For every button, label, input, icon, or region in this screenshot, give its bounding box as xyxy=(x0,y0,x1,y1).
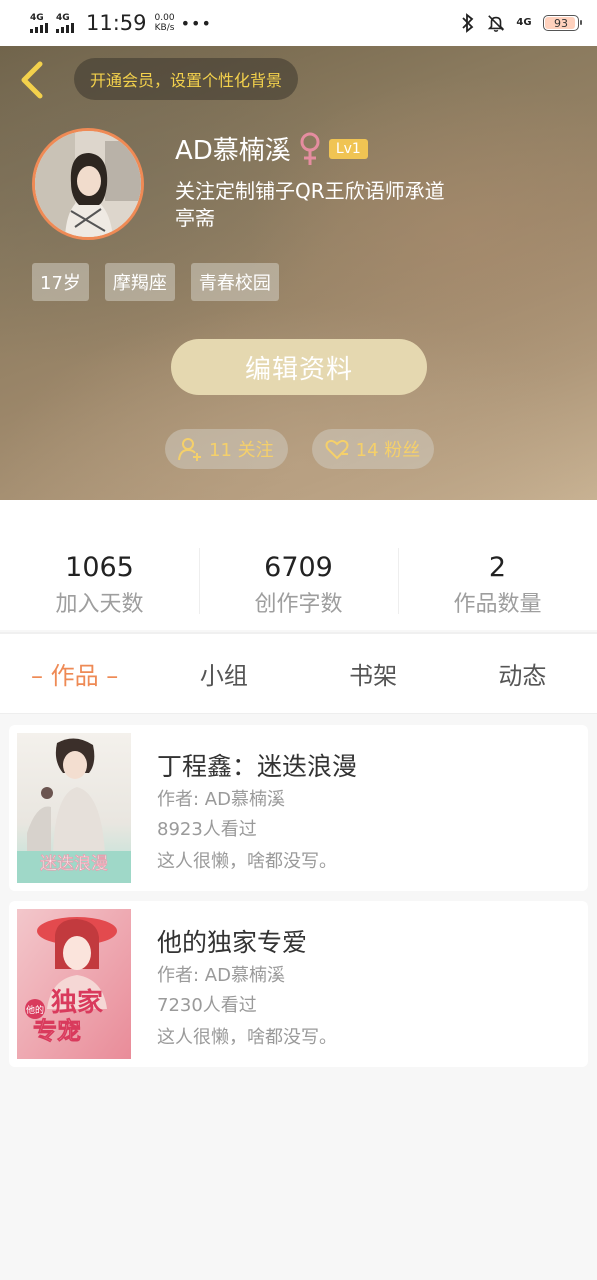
tab-works[interactable]: – 作品 – xyxy=(0,634,149,713)
cover-title-text-2: 专宠 xyxy=(33,1017,81,1045)
work-author: 作者: AD慕楠溪 xyxy=(157,789,285,810)
stat-label: 加入天数 xyxy=(55,592,144,617)
tab-groups[interactable]: 小组 xyxy=(149,634,298,713)
cover-title-text: 迷迭浪漫 xyxy=(40,854,108,874)
user-bio: 关注定制铺子QR王欣语师承道亭斋 xyxy=(175,179,445,230)
tag-zodiac: 摩羯座 xyxy=(104,263,175,301)
vip-background-banner[interactable]: 开通会员，设置个性化背景 xyxy=(74,58,299,100)
cover-small-text: 他的 xyxy=(26,1004,44,1016)
username: AD慕楠溪 xyxy=(175,136,291,166)
followers-button[interactable]: 14 粉丝 xyxy=(311,429,435,469)
edit-profile-button[interactable]: 编辑资料 xyxy=(171,339,427,395)
work-title: 他的独家专爱 xyxy=(157,928,308,957)
mobile-data-icon: 4G xyxy=(515,13,533,33)
tag-genre: 青春校园 xyxy=(190,263,279,301)
tab-bookshelf[interactable]: 书架 xyxy=(299,634,448,713)
back-button[interactable] xyxy=(16,60,46,100)
mute-bell-icon xyxy=(487,13,505,33)
avatar[interactable] xyxy=(32,128,144,240)
stats-bar: 1065 加入天数 6709 创作字数 2 作品数量 xyxy=(0,530,597,630)
work-cover-image: 独家 专宠 他的 xyxy=(17,909,131,1059)
work-author: 作者: AD慕楠溪 xyxy=(157,965,285,986)
chevron-left-icon xyxy=(21,61,43,99)
tag-age: 17岁 xyxy=(32,263,89,301)
battery-level: 93 xyxy=(554,16,568,30)
stat-value: 6709 xyxy=(264,552,333,583)
more-notifications-icon: ••• xyxy=(180,13,212,33)
avatar-photo xyxy=(35,131,141,237)
speed-unit: KB/s xyxy=(154,23,175,33)
stat-value: 2 xyxy=(488,552,507,583)
status-bar: 4G 4G 11:59 0.00 KB/s ••• 4G 93 xyxy=(0,0,597,46)
battery-icon: 93 xyxy=(543,15,582,31)
work-intro: 这人很懒，啥都没写。 xyxy=(157,851,337,872)
following-button[interactable]: 11 关注 xyxy=(165,429,288,469)
stat-works-count: 2 作品数量 xyxy=(398,530,597,630)
profile-header: 开通会员，设置个性化背景 AD慕楠溪 Lv1 关注定制铺子QR王欣语师承道亭斋 … xyxy=(0,46,597,500)
work-card[interactable]: 迷迭浪漫 丁程鑫：迷迭浪漫 作者: AD慕楠溪 8923人看过 这人很懒，啥都没… xyxy=(9,725,588,891)
add-user-icon xyxy=(178,438,201,461)
stat-join-days: 1065 加入天数 xyxy=(0,530,199,630)
followers-count: 14 粉丝 xyxy=(355,440,421,461)
work-title: 丁程鑫：迷迭浪漫 xyxy=(157,752,358,781)
signal-sim1-icon: 4G xyxy=(30,12,48,33)
work-intro: 这人很懒，啥都没写。 xyxy=(157,1027,337,1048)
stat-word-count: 6709 创作字数 xyxy=(199,530,398,630)
cover-title-text-1: 独家 xyxy=(51,987,103,1018)
work-views: 8923人看过 xyxy=(157,819,257,840)
work-views: 7230人看过 xyxy=(157,995,257,1016)
heart-icon xyxy=(325,439,349,460)
stat-label: 作品数量 xyxy=(453,592,542,617)
speed-value: 0.00 xyxy=(154,13,175,23)
stat-value: 1065 xyxy=(65,552,134,583)
level-badge: Lv1 xyxy=(328,138,368,159)
network-speed: 0.00 KB/s xyxy=(155,13,175,33)
bluetooth-icon xyxy=(459,13,477,33)
work-card[interactable]: 独家 专宠 他的 他的独家专爱 作者: AD慕楠溪 7230人看过 这人很懒，啥… xyxy=(9,901,588,1067)
sim1-label: 4G xyxy=(30,12,44,23)
stats-spacer xyxy=(0,500,597,530)
stat-label: 创作字数 xyxy=(254,592,343,617)
female-icon xyxy=(300,132,320,165)
profile-tabs: – 作品 – 小组 书架 动态 xyxy=(0,634,597,714)
profile-tags: 17岁 摩羯座 青春校园 xyxy=(32,263,279,301)
following-count: 11 关注 xyxy=(209,440,274,461)
sim2-label: 4G xyxy=(56,12,70,23)
network-type-label: 4G xyxy=(516,17,532,28)
tab-activity[interactable]: 动态 xyxy=(448,634,597,713)
work-cover-image: 迷迭浪漫 xyxy=(17,733,131,883)
signal-sim2-icon: 4G xyxy=(56,12,74,33)
clock: 11:59 xyxy=(86,11,147,35)
